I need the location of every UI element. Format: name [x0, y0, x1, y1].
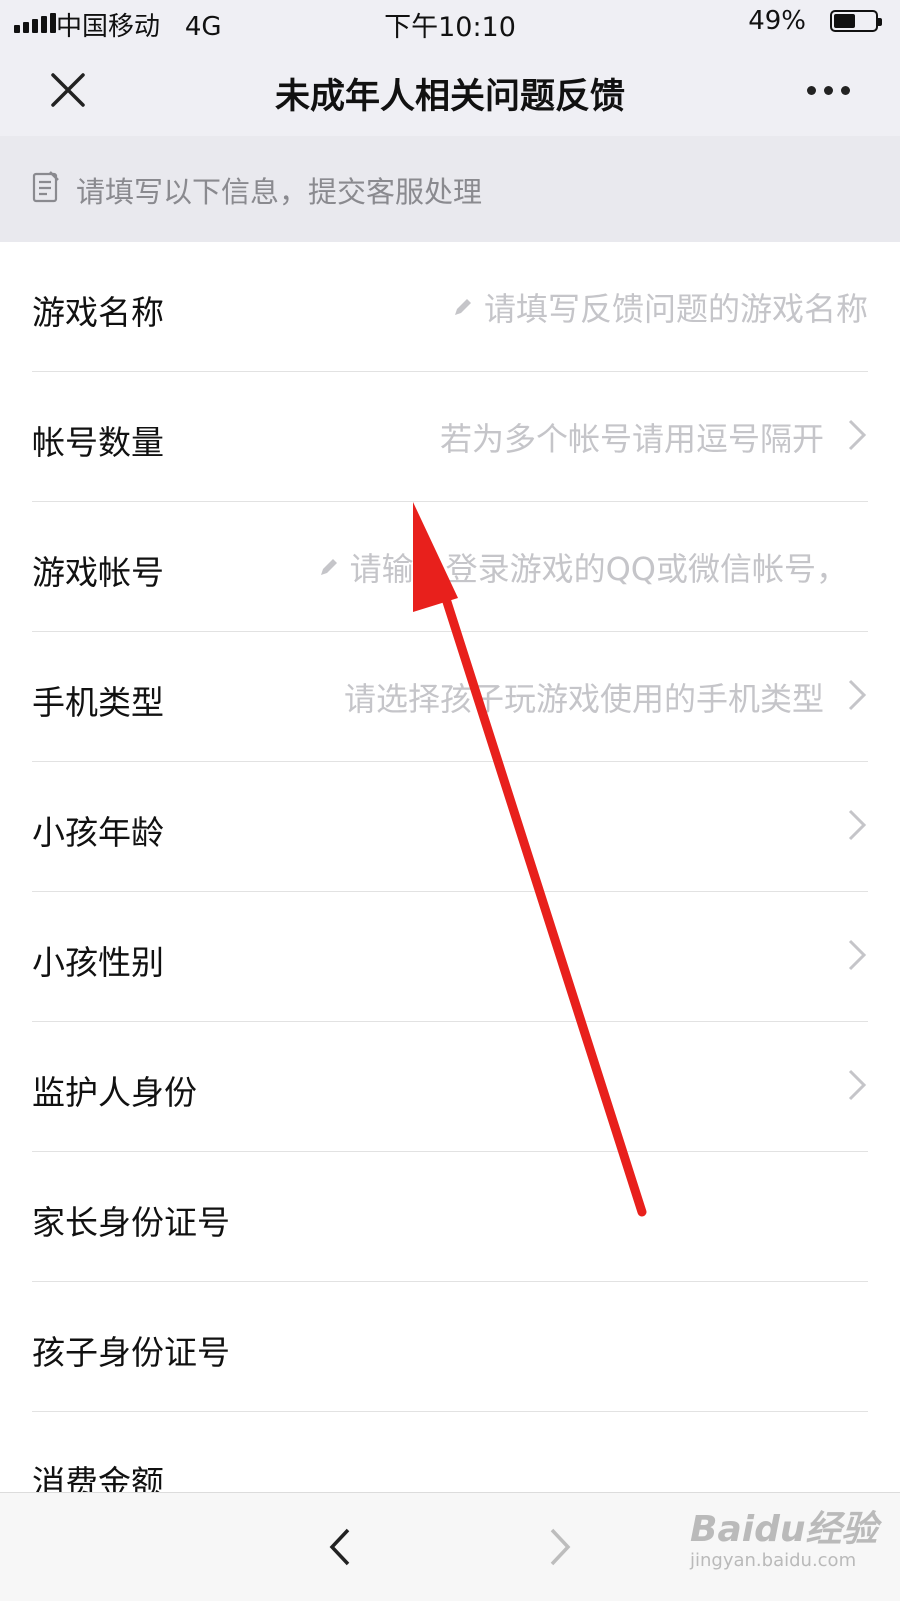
pencil-icon	[318, 548, 340, 586]
chevron-right-icon	[846, 678, 868, 716]
row-guardian-identity[interactable]: 监护人身份	[32, 1022, 868, 1152]
phone-type-select[interactable]: 请选择孩子玩游戏使用的手机类型	[344, 674, 824, 720]
chevron-left-icon[interactable]	[328, 1527, 352, 1571]
row-account-count[interactable]: 帐号数量 若为多个帐号请用逗号隔开	[32, 372, 868, 502]
row-game-name[interactable]: 游戏名称 请填写反馈问题的游戏名称	[32, 242, 868, 372]
page-title: 未成年人相关问题反馈	[274, 77, 625, 117]
row-child-gender[interactable]: 小孩性别	[32, 892, 868, 1022]
battery-percent: 49%	[748, 6, 806, 36]
pencil-icon	[452, 288, 474, 326]
feedback-form: 游戏名称 请填写反馈问题的游戏名称 帐号数量 若为多个帐号请用逗号隔开 游戏帐号…	[0, 242, 900, 1542]
row-label: 孩子身份证号	[32, 1333, 230, 1372]
chevron-right-icon[interactable]	[548, 1527, 572, 1571]
more-icon[interactable]	[807, 86, 850, 95]
row-child-id[interactable]: 孩子身份证号	[32, 1282, 868, 1412]
row-label: 监护人身份	[32, 1073, 197, 1112]
row-label: 游戏帐号	[32, 553, 164, 592]
document-icon	[32, 171, 60, 207]
baidu-watermark: Baidu经验 jingyan.baidu.com	[690, 1500, 877, 1571]
row-parent-id[interactable]: 家长身份证号	[32, 1152, 868, 1282]
row-label: 家长身份证号	[32, 1203, 230, 1242]
row-label: 手机类型	[32, 683, 164, 722]
nav-bar: 未成年人相关问题反馈	[0, 44, 900, 136]
row-label: 小孩性别	[32, 943, 164, 982]
game-account-input[interactable]: 请输入登录游戏的QQ或微信帐号，	[318, 544, 848, 590]
row-child-age[interactable]: 小孩年龄	[32, 762, 868, 892]
status-bar: 中国移动 4G 下午10:10 49%	[0, 0, 900, 44]
row-label: 小孩年龄	[32, 813, 164, 852]
watermark-main: Baidu经验	[690, 1509, 878, 1550]
input-placeholder: 请填写反馈问题的游戏名称	[483, 290, 868, 328]
battery-icon	[830, 10, 882, 32]
chevron-right-icon	[846, 808, 868, 846]
game-name-input[interactable]: 请填写反馈问题的游戏名称	[452, 284, 868, 330]
row-label: 游戏名称	[32, 293, 164, 332]
input-placeholder: 请输入登录游戏的QQ或微信帐号，	[349, 550, 848, 588]
row-game-account[interactable]: 游戏帐号 请输入登录游戏的QQ或微信帐号，	[32, 502, 868, 632]
watermark-sub: jingyan.baidu.com	[690, 1550, 857, 1571]
row-label: 帐号数量	[32, 423, 164, 462]
account-count-select[interactable]: 若为多个帐号请用逗号隔开	[440, 414, 824, 460]
chevron-right-icon	[846, 1068, 868, 1106]
notice-text: 请填写以下信息，提交客服处理	[76, 175, 483, 209]
chevron-right-icon	[846, 938, 868, 976]
row-phone-type[interactable]: 手机类型 请选择孩子玩游戏使用的手机类型	[32, 632, 868, 762]
chevron-right-icon	[846, 418, 868, 456]
notice-banner: 请填写以下信息，提交客服处理	[0, 136, 900, 242]
